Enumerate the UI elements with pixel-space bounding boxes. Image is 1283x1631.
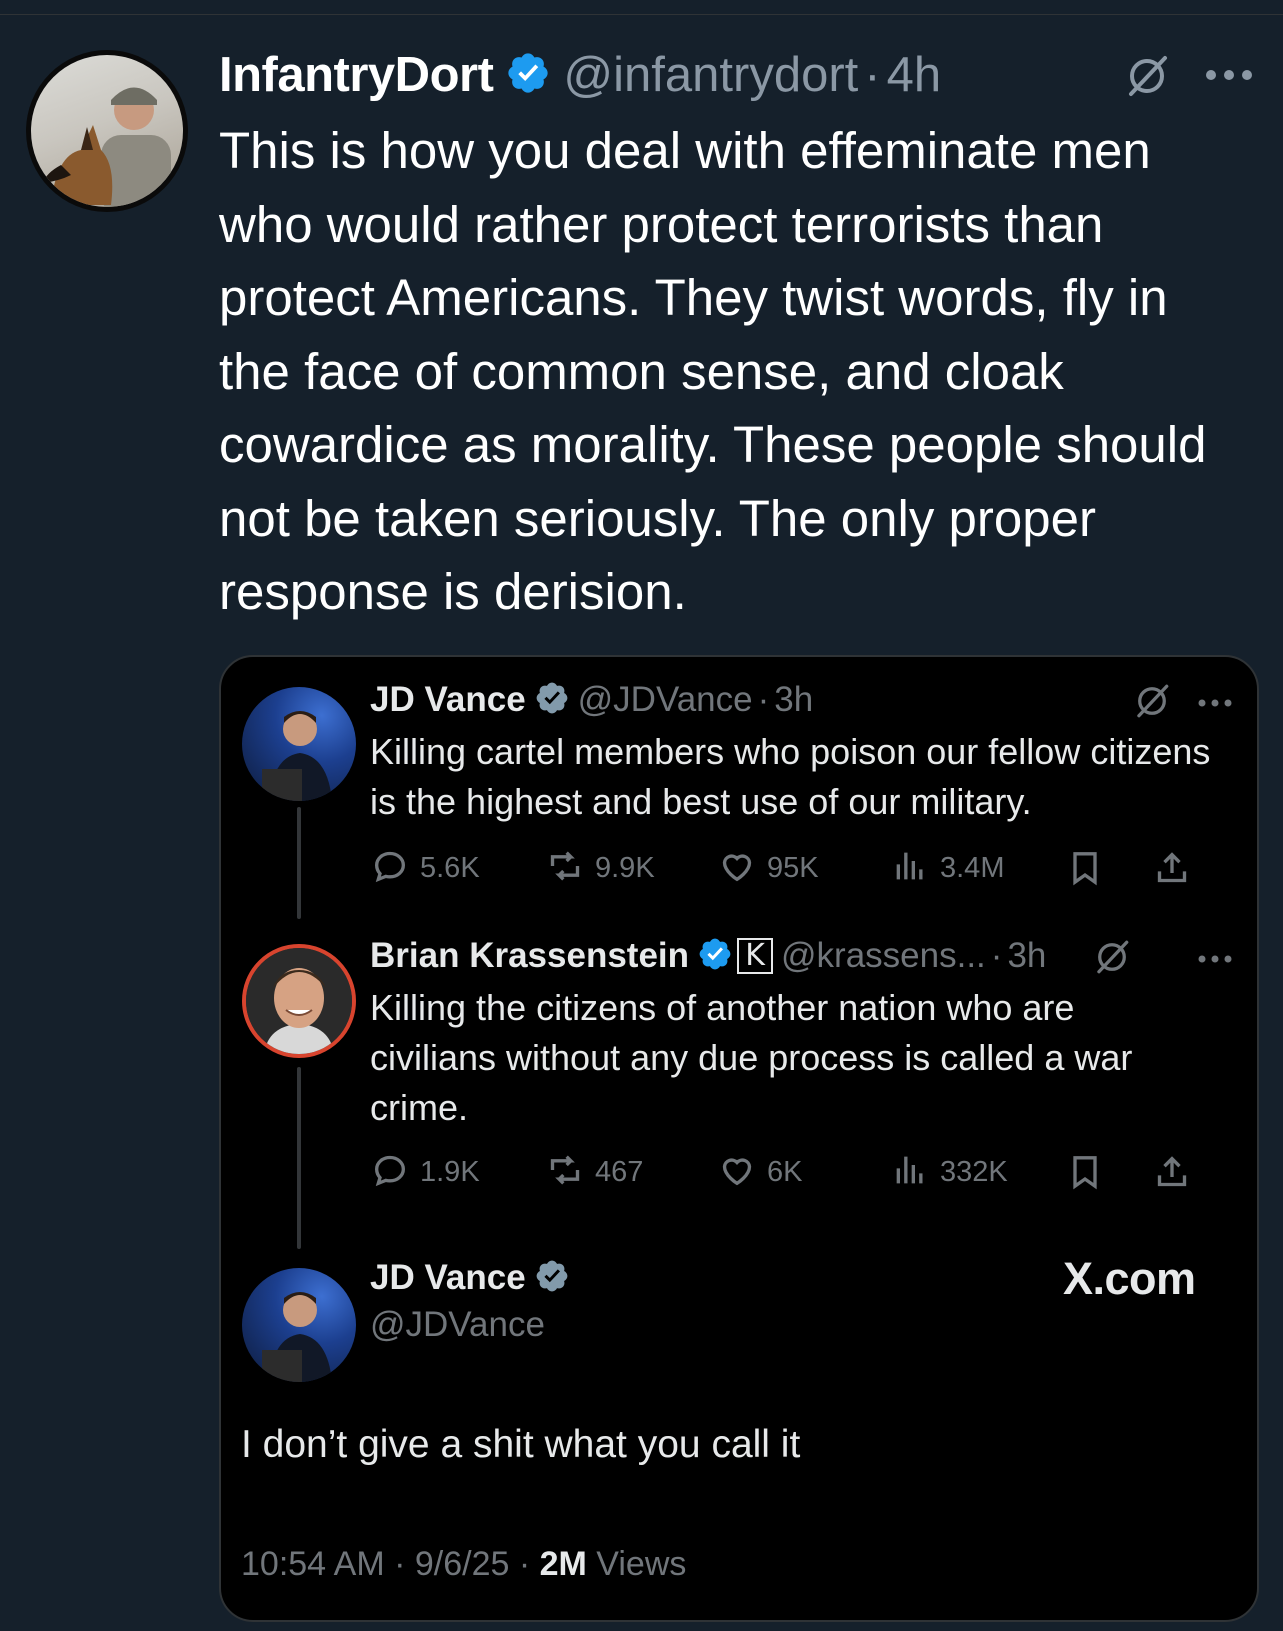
thread-connector-line: [297, 1067, 301, 1249]
verified-badge-icon[interactable]: [697, 936, 733, 977]
quoted-tweet-1-handle[interactable]: @JDVance: [578, 680, 753, 720]
reply-button[interactable]: 1.9K: [370, 1148, 480, 1196]
views-total-count: 2M: [539, 1545, 587, 1583]
jdvance-avatar[interactable]: [242, 1268, 356, 1382]
reply-icon: [370, 1150, 410, 1195]
author-avatar[interactable]: [26, 50, 188, 212]
like-button[interactable]: 6K: [717, 1148, 802, 1196]
verified-badge-icon[interactable]: [534, 1258, 570, 1299]
quoted-tweet-2-display-name[interactable]: Brian Krassenstein: [370, 936, 689, 976]
jdvance-avatar[interactable]: [242, 687, 356, 801]
views-label: Views: [586, 1545, 687, 1583]
quoted-tweet-1-display-name[interactable]: JD Vance: [370, 680, 526, 720]
share-icon[interactable]: [1152, 1148, 1192, 1196]
views-count: 3.4M: [940, 851, 1005, 884]
quoted-tweet-2-actions: 1.9K 467 6K 332K: [370, 1148, 1220, 1196]
quoted-tweet-3-handle[interactable]: @JDVance: [370, 1305, 545, 1345]
share-icon[interactable]: [1152, 844, 1192, 892]
quoted-tweet-1-actions: 5.6K 9.9K 95K 3.4M: [370, 844, 1220, 892]
krassenstein-avatar[interactable]: [242, 944, 356, 1058]
more-horizontal-icon[interactable]: [1197, 695, 1233, 713]
affiliate-badge-icon[interactable]: K: [737, 938, 774, 974]
tweet-timestamp[interactable]: 4h: [887, 47, 942, 103]
grok-icon[interactable]: [1094, 939, 1130, 980]
quoted-tweet-2-handle[interactable]: @krassens...: [781, 936, 986, 976]
quoted-tweet-1-header: JD Vance @JDVance · 3h: [370, 677, 813, 723]
quoted-tweet-3-header: JD Vance: [370, 1255, 570, 1301]
views-button[interactable]: 332K: [890, 1148, 1008, 1196]
like-count: 6K: [767, 1155, 803, 1188]
quoted-tweet-2-timestamp[interactable]: 3h: [1007, 936, 1046, 976]
grok-icon[interactable]: [1134, 683, 1170, 724]
verified-badge-icon[interactable]: [505, 50, 551, 101]
views-button[interactable]: 3.4M: [890, 844, 1004, 892]
quoted-screenshot-card[interactable]: JD Vance @JDVance · 3h Killing cartel me…: [219, 655, 1259, 1622]
tweet-meta-line: 10:54 AM · 9/6/25 · 2M Views: [241, 1545, 686, 1584]
header-separator: ·: [990, 936, 1003, 975]
quoted-tweet-1-timestamp[interactable]: 3h: [774, 680, 813, 720]
verified-badge-icon[interactable]: [534, 680, 570, 721]
reply-button[interactable]: 5.6K: [370, 844, 480, 892]
more-horizontal-icon[interactable]: [1197, 951, 1233, 969]
bookmark-icon[interactable]: [1065, 844, 1105, 892]
quoted-tweet-3-text: I don’t give a shit what you call it: [241, 1423, 801, 1466]
repost-icon: [545, 846, 585, 891]
repost-button[interactable]: 467: [545, 1148, 643, 1196]
like-count: 95K: [767, 851, 819, 884]
thread-connector-line: [297, 807, 301, 919]
reply-count: 5.6K: [420, 851, 480, 884]
reply-icon: [370, 846, 410, 891]
repost-icon: [545, 1150, 585, 1195]
reply-count: 1.9K: [420, 1155, 480, 1188]
repost-button[interactable]: 9.9K: [545, 844, 655, 892]
like-button[interactable]: 95K: [717, 844, 819, 892]
quoted-tweet-1-text: Killing cartel members who poison our fe…: [370, 731, 1211, 822]
header-separator: ·: [864, 48, 881, 102]
more-horizontal-icon[interactable]: [1203, 68, 1255, 87]
views-chart-icon: [890, 1150, 930, 1195]
views-chart-icon: [890, 846, 930, 891]
heart-icon: [717, 1150, 757, 1195]
tweet-time-date[interactable]: 10:54 AM · 9/6/25 ·: [241, 1545, 540, 1583]
tweet-header: InfantryDort @infantrydort · 4h: [219, 42, 941, 108]
views-count: 332K: [940, 1155, 1008, 1188]
quoted-tweet-2-text: Killing the citizens of another nation w…: [370, 987, 1133, 1128]
tweet-body-text: This is how you deal with effeminate men…: [219, 122, 1207, 620]
author-handle[interactable]: @infantrydort: [563, 47, 858, 103]
repost-count: 467: [595, 1155, 644, 1188]
quoted-tweet-3-display-name[interactable]: JD Vance: [370, 1258, 526, 1298]
author-display-name[interactable]: InfantryDort: [219, 47, 494, 103]
top-divider: [0, 14, 1283, 15]
header-separator: ·: [757, 680, 770, 719]
grok-icon[interactable]: [1125, 54, 1169, 103]
repost-count: 9.9K: [595, 851, 655, 884]
heart-icon: [717, 846, 757, 891]
quoted-tweet-2-header: Brian Krassenstein K @krassens... · 3h: [370, 933, 1046, 979]
x-com-watermark: X.com: [1063, 1253, 1196, 1304]
bookmark-icon[interactable]: [1065, 1148, 1105, 1196]
